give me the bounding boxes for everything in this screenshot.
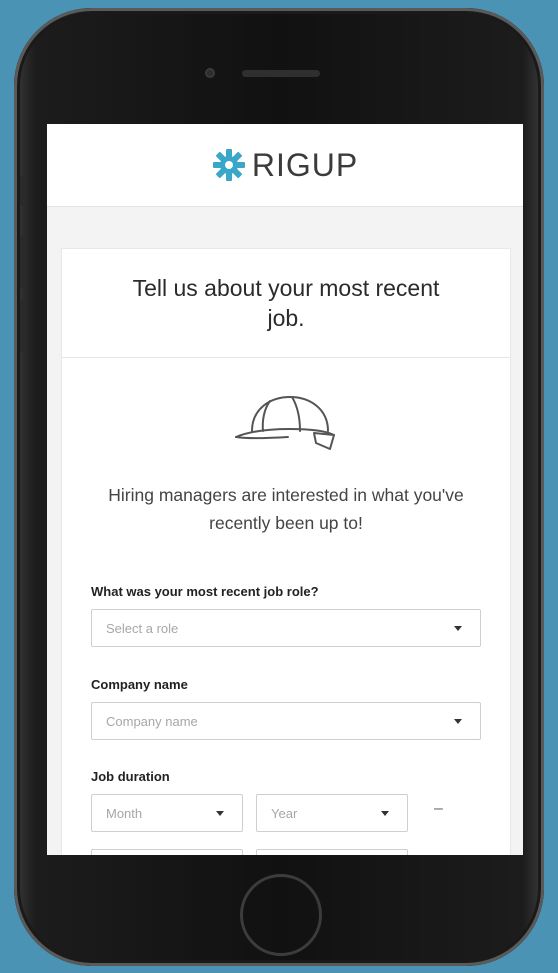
duration-separator: –	[434, 800, 443, 817]
card-title: Tell us about your most recent job.	[132, 275, 440, 331]
gear-logo-icon	[212, 149, 245, 181]
mute-switch	[20, 176, 26, 206]
hard-hat-icon	[235, 396, 335, 450]
earpiece-speaker	[242, 70, 320, 77]
card-subtitle: Hiring managers are interested in what y…	[108, 485, 464, 533]
company-name-select[interactable]: Company name	[91, 702, 481, 740]
app-header: RIGUP	[47, 124, 523, 207]
job-role-label: What was your most recent job role?	[91, 584, 319, 599]
chevron-down-icon	[216, 811, 224, 816]
front-camera	[205, 68, 215, 78]
brand-logo[interactable]: RIGUP	[212, 147, 358, 184]
home-button[interactable]	[240, 874, 322, 956]
start-month-select[interactable]: Month	[91, 794, 243, 832]
chevron-down-icon	[454, 626, 462, 631]
job-duration-label: Job duration	[91, 769, 170, 784]
job-form-card: Tell us about your most recent job. Hiri…	[61, 248, 511, 855]
end-month-select[interactable]	[91, 849, 243, 855]
start-year-placeholder: Year	[271, 805, 298, 821]
brand-name: RIGUP	[251, 146, 359, 183]
start-month-placeholder: Month	[106, 805, 143, 821]
company-name-label: Company name	[91, 677, 188, 692]
volume-up-button	[20, 236, 26, 288]
chevron-down-icon	[454, 719, 462, 724]
start-year-select[interactable]: Year	[256, 794, 408, 832]
company-name-placeholder: Company name	[106, 713, 198, 729]
volume-down-button	[20, 300, 26, 352]
screen: RIGUP Tell us about your most recent job…	[47, 124, 523, 855]
chevron-down-icon	[381, 811, 389, 816]
end-year-select[interactable]	[256, 849, 408, 855]
job-role-select[interactable]: Select a role	[91, 609, 481, 647]
card-header: Tell us about your most recent job.	[62, 249, 510, 358]
job-role-placeholder: Select a role	[106, 620, 179, 636]
